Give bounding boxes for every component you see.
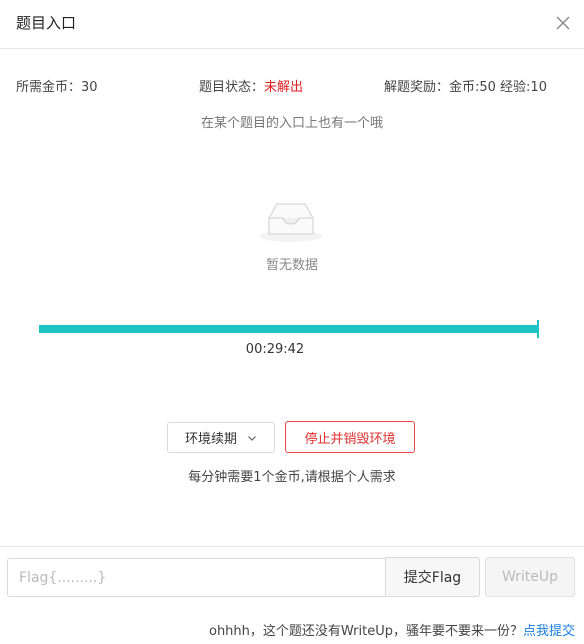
hint-text: 在某个题目的入口上也有一个哦	[200, 116, 383, 131]
chevron-down-icon	[248, 435, 256, 441]
dialog-header: 题目入口	[0, 0, 584, 49]
close-icon[interactable]	[554, 14, 572, 32]
status-value: 未解出	[264, 80, 304, 95]
footer-divider	[0, 546, 584, 547]
writeup-note-text: ohhhh，这个题还没有WriteUp，骚年要不要来一份？	[208, 624, 523, 639]
renew-label: 环境续期	[184, 432, 237, 447]
empty-inbox-icon	[260, 203, 322, 242]
dialog-title: 题目入口	[16, 14, 77, 32]
time-progress-bar	[39, 325, 539, 333]
status-text: 题目状态：未解出	[199, 76, 303, 95]
challenge-info-row: 所需金币：30 题目状态：未解出 解题奖励：金币:50 经验:10	[0, 76, 584, 95]
remaining-time: 00:29:42	[245, 342, 305, 357]
submit-flag-button[interactable]: 提交Flag	[385, 557, 480, 597]
time-progress-fill	[39, 325, 537, 333]
writeup-button[interactable]: WriteUp	[485, 557, 575, 597]
empty-text: 暂无数据	[265, 258, 318, 273]
stop-destroy-button[interactable]: 停止并销毁环境	[285, 421, 415, 453]
submit-writeup-link[interactable]: 点我提交	[523, 624, 575, 639]
renew-environment-button[interactable]: 环境续期	[167, 422, 275, 453]
cost-note: 每分钟需要1个金币,请根据个人需求	[188, 470, 396, 485]
status-label: 题目状态：	[199, 80, 265, 95]
reward-text: 解题奖励：金币:50 经验:10	[384, 80, 547, 95]
cost-text: 所需金币：30	[16, 80, 98, 95]
progress-end-marker	[537, 320, 539, 338]
flag-input[interactable]	[7, 558, 386, 597]
writeup-note: ohhhh，这个题还没有WriteUp，骚年要不要来一份？点我提交	[209, 620, 575, 639]
